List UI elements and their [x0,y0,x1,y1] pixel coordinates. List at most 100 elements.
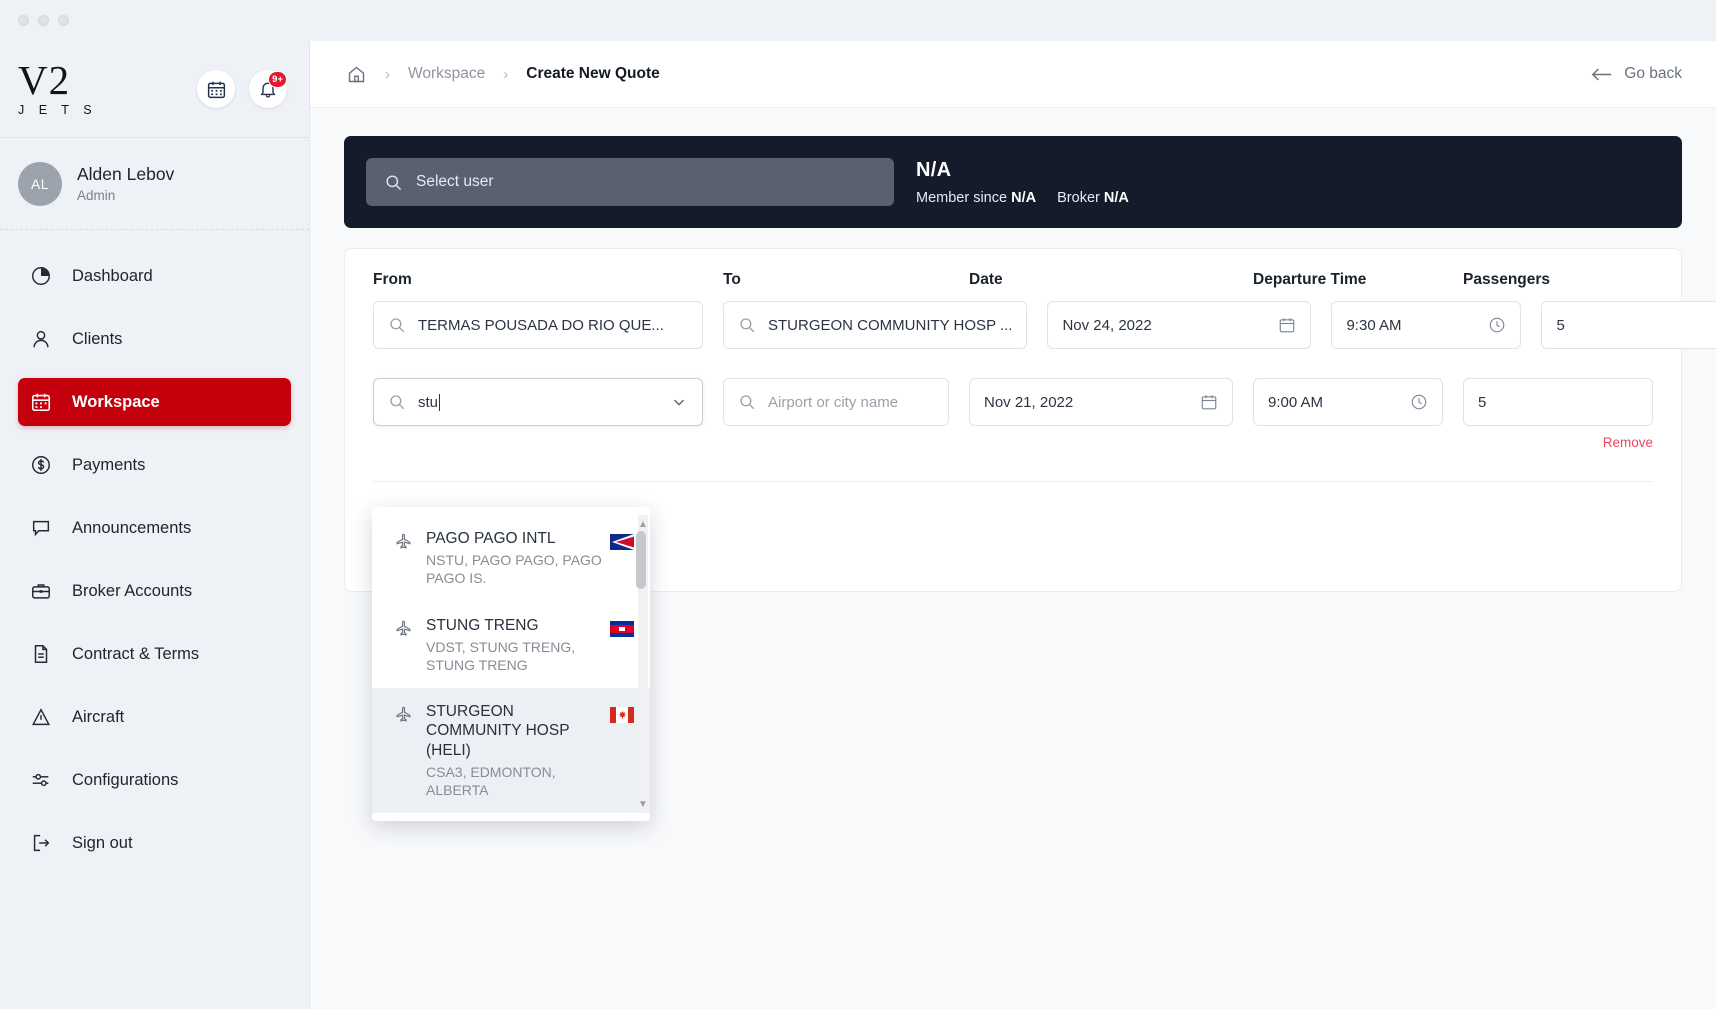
member-since-label: Member since [916,189,1008,206]
airplane-icon [394,532,418,551]
select-user-placeholder: Select user [416,173,494,190]
notification-badge: 9+ [268,71,287,88]
topbar: › Workspace › Create New Quote Go back [310,41,1716,108]
briefcase-icon [30,580,58,602]
from-input-row1[interactable]: TERMAS POUSADA DO RIO QUE... [373,301,703,349]
sidebar-item-payments[interactable]: Payments [18,441,291,489]
sidebar-user[interactable]: AL Alden Lebov Admin [0,138,309,230]
breadcrumb-separator: › [385,65,390,83]
sidebar-item-label: Clients [72,329,123,348]
sidebar-item-workspace[interactable]: Workspace [18,378,291,426]
search-icon [388,316,406,334]
dropdown-option-title: STUNG TRENG [426,616,539,634]
search-icon [388,393,406,411]
window-close-button[interactable] [18,15,29,26]
dropdown-option-subtitle: CSA3, EDMONTON, ALBERTA [426,763,556,799]
american-samoa-flag-icon [610,534,636,550]
from-value-row2: stu [418,393,439,411]
clock-icon[interactable] [1410,393,1428,411]
pie-chart-icon [30,265,58,287]
sidebar-item-announcements[interactable]: Announcements [18,504,291,552]
search-icon [384,173,403,192]
to-input-row2[interactable]: Airport or city name [723,378,949,426]
select-user-input[interactable]: Select user [366,158,894,206]
leg-row: TERMAS POUSADA DO RIO QUE... STURGEON CO… [373,301,1716,349]
date-value-row1: Nov 24, 2022 [1062,316,1152,334]
member-since-value: N/A [1011,189,1037,206]
dropdown-option-subtitle: VDST, STUNG TRENG, STUNG TRENG [426,638,576,673]
sidebar-item-aircraft[interactable]: Aircraft [18,693,291,741]
document-icon [30,643,58,665]
date-input-row2[interactable]: Nov 21, 2022 [969,378,1233,426]
app-logo[interactable]: V2 J E T S [18,60,104,117]
breadcrumb: › Workspace › Create New Quote [346,64,660,85]
sidebar-item-contract-terms[interactable]: Contract & Terms [18,630,291,678]
column-header-from: From [373,271,412,288]
breadcrumb-item-current: Create New Quote [526,65,660,82]
window-maximize-button[interactable] [58,15,69,26]
scroll-down-arrow-icon[interactable]: ▼ [636,797,650,811]
column-header-to: To [723,271,741,288]
dropdown-option-subtitle: NSTU, PAGO PAGO, PAGO PAGO IS. [426,552,602,587]
calendar-icon [206,79,227,100]
avatar: AL [18,161,62,206]
calendar-icon[interactable] [1200,393,1218,411]
sidebar-item-label: Announcements [72,518,192,537]
column-header-passengers: Passengers [1463,271,1551,288]
triangle-alert-icon [30,706,58,728]
sidebar-item-label: Aircraft [72,707,125,726]
leg-row: stu Airport or city name Nov 21, 2022 9:… [373,378,1653,450]
client-summary: N/A Member since N/A Broker N/A [916,159,1129,206]
sidebar: V2 J E T S 9+ AL Alden Lebov Admin Dashb… [0,41,310,1009]
dropdown-option[interactable]: PAGO PAGO INTL NSTU, PAGO PAGO, PAGO PAG… [372,515,650,602]
airplane-icon [394,619,418,638]
departure-time-input-row2[interactable]: 9:00 AM [1253,378,1443,426]
broker-value: N/A [1103,189,1129,206]
calendar-button[interactable] [197,70,235,108]
departure-time-input-row1[interactable]: 9:30 AM [1331,301,1522,349]
search-icon [738,316,756,334]
sidebar-item-dashboard[interactable]: Dashboard [18,252,291,300]
broker-label: Broker [1057,189,1100,206]
column-header-date: Date [969,271,1003,288]
passengers-value-row1: 5 [1556,316,1565,334]
sidebar-item-broker-accounts[interactable]: Broker Accounts [18,567,291,615]
airplane-icon [394,705,418,724]
to-input-row1[interactable]: STURGEON COMMUNITY HOSP ... [723,301,1028,349]
dropdown-scroll-area: PAGO PAGO INTL NSTU, PAGO PAGO, PAGO PAG… [372,515,650,814]
app-window: V2 J E T S 9+ AL Alden Lebov Admin Dashb… [0,0,1716,1009]
passengers-input-row1[interactable]: 5 [1541,301,1716,349]
from-input-row2[interactable]: stu [373,378,703,426]
breadcrumb-item-workspace[interactable]: Workspace [408,65,485,83]
airport-autocomplete-dropdown: PAGO PAGO INTL NSTU, PAGO PAGO, PAGO PAG… [372,507,650,822]
sidebar-item-label: Contract & Terms [72,644,200,663]
remove-leg-button[interactable]: Remove [1463,435,1653,450]
text-caret [439,393,441,411]
search-icon [738,393,756,411]
home-icon[interactable] [346,64,367,85]
sidebar-item-label: Workspace [72,392,160,411]
chevron-down-icon[interactable] [670,393,688,411]
scroll-up-arrow-icon[interactable]: ▲ [636,517,650,531]
dropdown-option[interactable]: STURGEON COMMUNITY HOSP (HELI) CSA3, EDM… [372,688,650,814]
dropdown-scrollbar-thumb[interactable] [636,531,646,589]
date-input-row1[interactable]: Nov 24, 2022 [1047,301,1312,349]
to-placeholder-row2: Airport or city name [768,393,899,411]
sidebar-item-clients[interactable]: Clients [18,315,291,363]
sidebar-item-sign-out[interactable]: Sign out [18,819,291,867]
clock-icon[interactable] [1488,316,1506,334]
sidebar-item-label: Dashboard [72,266,153,285]
go-back-button[interactable]: Go back [1591,65,1682,83]
dropdown-scrollbar-track[interactable] [636,515,648,814]
window-minimize-button[interactable] [38,15,49,26]
calendar-icon[interactable] [1278,316,1296,334]
dropdown-option[interactable]: STUNG TRENG VDST, STUNG TRENG, STUNG TRE… [372,602,650,689]
sidebar-nav: Dashboard Clients Workspace Payments Ann… [0,230,309,882]
speech-bubble-icon [30,517,58,539]
date-value-row2: Nov 21, 2022 [984,393,1074,411]
window-titlebar [0,0,1716,41]
go-back-label: Go back [1624,65,1682,82]
sidebar-item-configurations[interactable]: Configurations [18,756,291,804]
notifications-button[interactable]: 9+ [249,70,287,108]
passengers-input-row2[interactable]: 5 [1463,378,1653,426]
